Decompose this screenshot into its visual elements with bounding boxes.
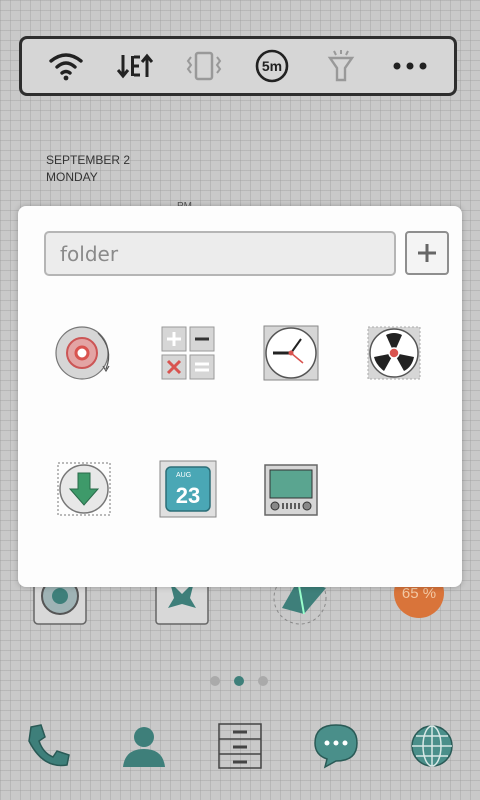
folder-dialog: + [18,206,462,587]
dock-app-drawer[interactable] [210,716,270,776]
timeout-label: 5m [262,58,282,74]
page-dot-active[interactable] [234,676,244,686]
dock-browser[interactable] [402,716,462,776]
quick-settings-widget: 5m [19,36,457,96]
tv-icon [264,464,318,516]
page-dot[interactable] [210,676,220,686]
folder-app-calculator[interactable] [156,321,220,385]
flashlight-icon [327,50,355,82]
data-toggle[interactable] [109,44,161,88]
flashlight-toggle[interactable] [315,44,367,88]
folder-app-fan[interactable] [362,321,426,385]
calendar-day: 23 [176,483,200,508]
fan-icon [367,326,421,380]
plus-icon [418,244,436,262]
vibrate-toggle[interactable] [178,44,230,88]
dock [0,712,480,780]
folder-app-music[interactable] [52,321,116,385]
wifi-toggle[interactable] [40,44,92,88]
calculator-icon [161,326,215,380]
folder-name-input[interactable] [44,231,396,276]
folder-app-tv[interactable] [259,457,323,521]
dock-messaging[interactable] [306,716,366,776]
wifi-icon [49,53,84,81]
browser-icon [411,725,453,767]
more-button[interactable] [384,44,436,88]
phone-icon [28,724,70,767]
folder-app-clock[interactable] [259,321,323,385]
download-icon [57,462,111,516]
date-label: SEPTEMBER 2 [46,153,131,167]
calendar-icon: AUG 23 [159,460,217,518]
folder-app-calendar[interactable]: AUG 23 [156,457,220,521]
vibrate-icon [186,51,221,81]
music-player-icon [55,326,110,380]
messaging-icon [314,724,358,769]
contacts-icon [123,727,165,767]
calendar-month: AUG [176,472,191,479]
battery-label: 65 % [401,584,437,602]
dock-phone[interactable] [18,716,78,776]
folder-app-downloads[interactable] [52,457,116,521]
screen-timeout-toggle[interactable]: 5m [246,44,298,88]
day-label: MONDAY [46,170,98,184]
data-transfer-icon [116,53,153,79]
more-icon [393,62,427,70]
timeout-icon: 5m [255,49,289,83]
clock-widget[interactable]: SEPTEMBER 2 MONDAY PM [46,152,192,212]
dock-contacts[interactable] [114,716,174,776]
clock-icon [263,325,319,381]
page-indicator [210,676,268,686]
app-drawer-icon [218,723,262,769]
add-to-folder-button[interactable]: + [405,231,449,275]
page-dot[interactable] [258,676,268,686]
